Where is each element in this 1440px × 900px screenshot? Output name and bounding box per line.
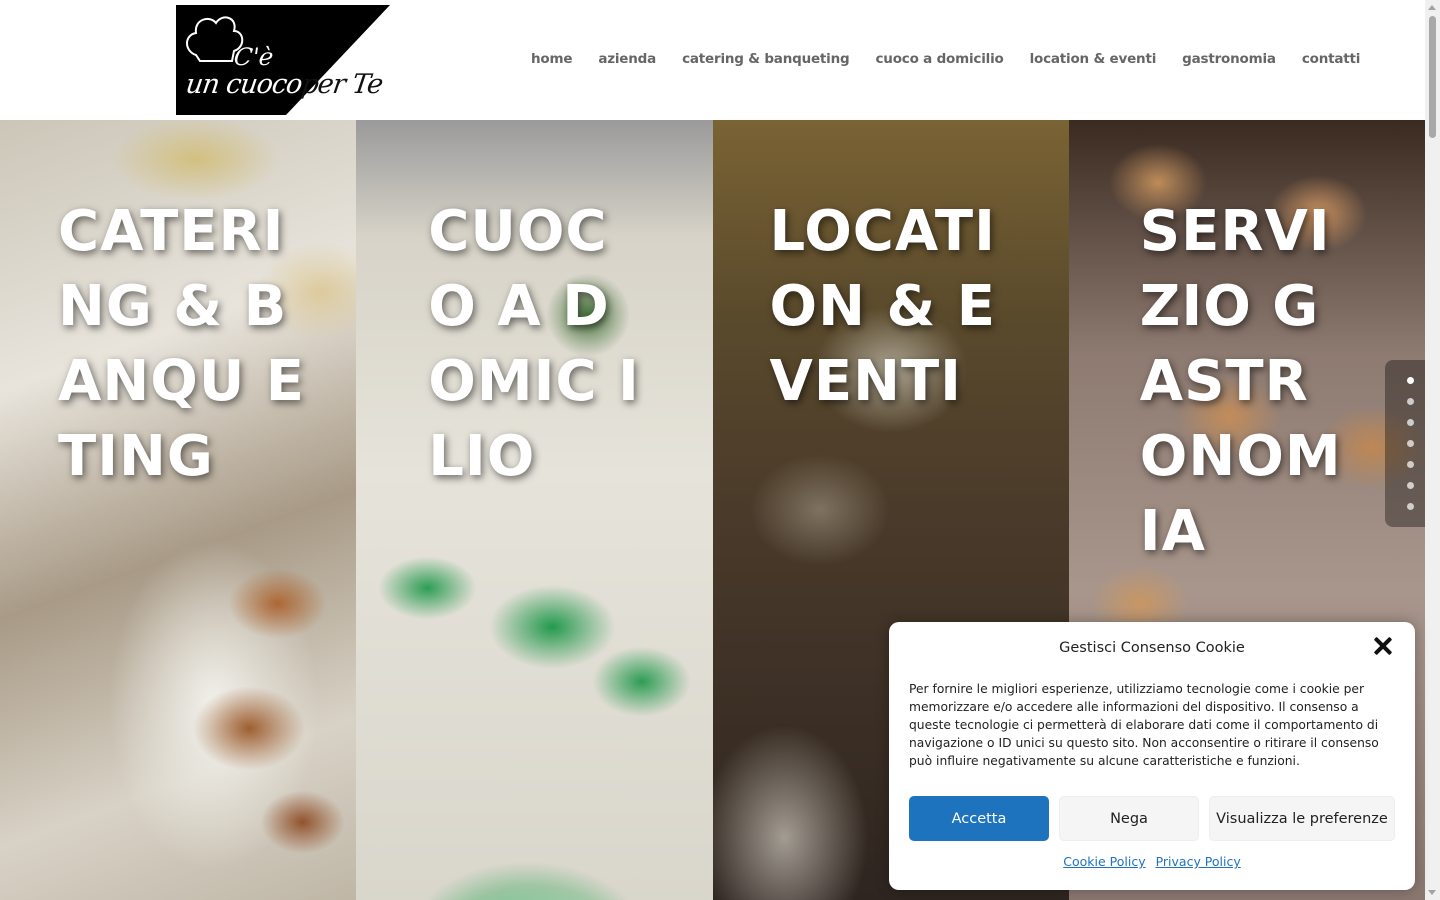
- nav-home[interactable]: home: [531, 51, 573, 67]
- side-dot-7[interactable]: [1406, 503, 1414, 510]
- panel-title-gastronomia: SERVI ZIO GASTR ONOM IA: [1139, 199, 1342, 564]
- panel-title-cuoco-domicilio: CUOC O A DOMIC ILIO: [428, 199, 640, 489]
- side-dot-1[interactable]: [1406, 377, 1414, 384]
- nav-location-eventi[interactable]: location & eventi: [1030, 51, 1157, 67]
- side-dot-3[interactable]: [1406, 419, 1414, 426]
- nav-contatti[interactable]: contatti: [1302, 51, 1361, 67]
- logo-text-part1: un cuoco: [183, 69, 304, 100]
- scroll-up-icon[interactable]: [1428, 5, 1436, 10]
- nav-azienda[interactable]: azienda: [598, 51, 656, 67]
- panel-title-location-eventi: LOCATI ON & EVENTI: [769, 199, 997, 414]
- panel-title-catering: CATERI NG & BANQU ETING: [58, 199, 306, 489]
- view-preferences-button[interactable]: Visualizza le preferenze: [1209, 796, 1395, 841]
- panel-cuoco-domicilio[interactable]: CUOC O A DOMIC ILIO: [356, 120, 713, 900]
- cookie-dialog-title: Gestisci Consenso Cookie: [1059, 640, 1245, 656]
- logo-text-part2: per Te: [299, 69, 385, 100]
- nav-catering-banqueting[interactable]: catering & banqueting: [682, 51, 850, 67]
- cookie-consent-dialog: Gestisci Consenso Cookie Per fornire le …: [889, 622, 1415, 890]
- cookie-dialog-text: Per fornire le migliori esperienze, util…: [909, 682, 1379, 768]
- cookie-policy-link[interactable]: Cookie Policy: [1063, 854, 1145, 869]
- cookie-dialog-links: Cookie Policy Privacy Policy: [889, 854, 1415, 869]
- side-dot-2[interactable]: [1406, 398, 1414, 405]
- site-header: C'è un cuocoper Te home azienda catering…: [0, 0, 1425, 120]
- close-icon[interactable]: [1373, 636, 1393, 656]
- page-scrollbar[interactable]: [1425, 0, 1440, 900]
- accept-button[interactable]: Accetta: [909, 796, 1049, 841]
- side-dot-5[interactable]: [1406, 461, 1414, 468]
- nav-cuoco-a-domicilio[interactable]: cuoco a domicilio: [876, 51, 1004, 67]
- nav-gastronomia[interactable]: gastronomia: [1182, 51, 1276, 67]
- main-nav: home azienda catering & banqueting cuoco…: [531, 51, 1360, 67]
- side-dot-nav: [1385, 360, 1425, 527]
- side-dot-6[interactable]: [1406, 482, 1414, 489]
- panel-catering[interactable]: CATERI NG & BANQU ETING: [0, 120, 357, 900]
- logo-text-line1: C'è: [232, 43, 276, 71]
- logo-text-line2: un cuocoper Te: [184, 69, 385, 100]
- site-logo[interactable]: C'è un cuocoper Te: [176, 5, 390, 115]
- scroll-down-icon[interactable]: [1428, 890, 1436, 895]
- scrollbar-thumb[interactable]: [1429, 16, 1436, 138]
- side-dot-4[interactable]: [1406, 440, 1414, 447]
- deny-button[interactable]: Nega: [1059, 796, 1199, 841]
- privacy-policy-link[interactable]: Privacy Policy: [1156, 854, 1241, 869]
